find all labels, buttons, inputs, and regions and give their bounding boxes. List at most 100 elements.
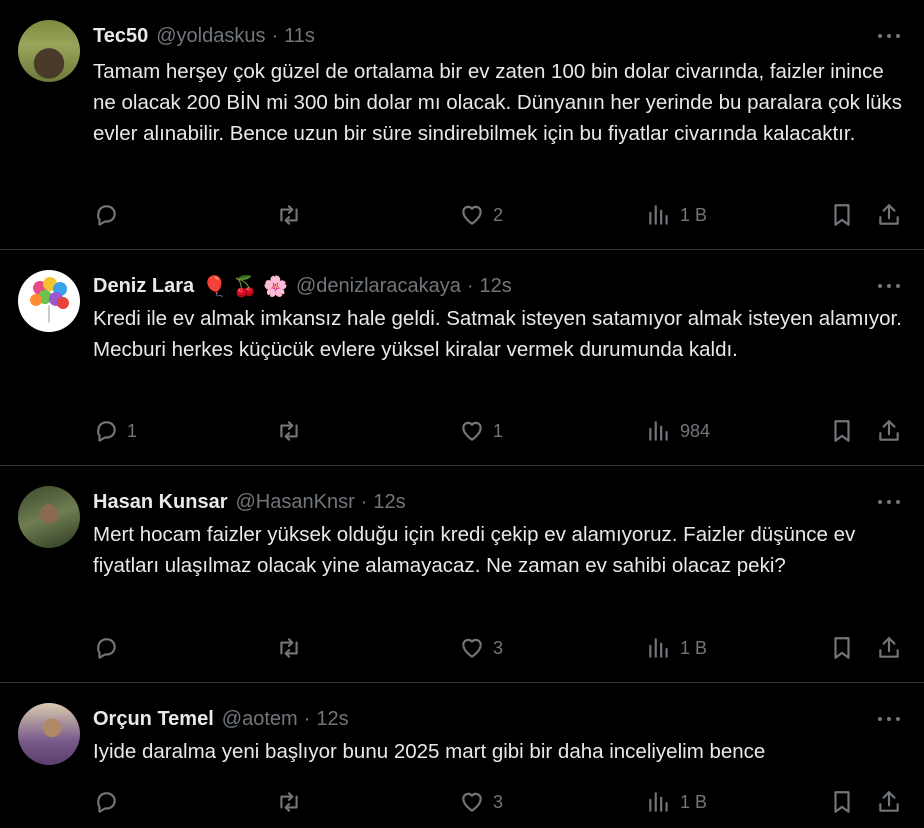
like-count: 3 [493,791,504,812]
more-icon[interactable] [878,709,900,729]
tweet-header: Tec50 @yoldaskus · 11s [93,22,904,50]
separator: · [271,24,279,47]
views-icon [649,205,668,225]
reply-icon [97,638,116,659]
views-count: 1 B [680,791,708,812]
display-name[interactable]: Orçun Temel [93,708,214,731]
avatar[interactable] [18,703,80,765]
bookmark-icon [834,791,850,813]
heart-icon [462,638,482,658]
reply-button[interactable] [93,787,127,817]
share-button[interactable] [876,787,902,817]
avatar[interactable] [18,486,80,548]
separator: · [466,274,474,297]
heart-icon [462,421,482,441]
more-icon[interactable] [878,492,900,512]
display-name[interactable]: Deniz Lara [93,275,194,298]
bookmark-icon [834,420,850,442]
reply-icon [97,792,116,813]
bookmark-icon [834,637,850,659]
retweet-button[interactable] [276,200,310,230]
like-count: 1 [493,420,504,441]
retweet-icon [280,421,298,441]
timestamp[interactable]: 12s [373,491,405,514]
reply-button[interactable] [93,633,127,663]
reply-button[interactable] [93,200,127,230]
tweet[interactable]: Deniz Lara 🎈 🍒 🌸 @denizlaracakaya · 12s … [0,250,924,466]
like-button[interactable]: 1 [459,416,503,446]
tweet-actions: 1 1 984 [93,416,904,446]
more-icon[interactable] [878,276,900,296]
share-icon [879,637,899,658]
timestamp[interactable]: 11s [284,25,315,48]
bookmark-icon [834,204,850,226]
share-button[interactable] [876,200,902,230]
retweet-button[interactable] [276,787,310,817]
views-count: 984 [680,420,711,441]
user-handle[interactable]: @HasanKnsr [236,491,355,514]
retweet-button[interactable] [276,416,310,446]
tweet[interactable]: Tec50 @yoldaskus · 11s Tamam herşey çok … [0,0,924,250]
avatar[interactable] [18,270,80,332]
bookmark-button[interactable] [829,200,855,230]
timestamp[interactable]: 12s [480,275,512,298]
views-button[interactable]: 1 B [646,200,707,230]
avatar[interactable] [18,20,80,82]
tweet-text: Iyide daralma yeni başlıyor bunu 2025 ma… [93,740,766,763]
display-name[interactable]: Hasan Kunsar [93,491,228,514]
tweet-actions: 2 1 B [93,200,904,230]
bookmark-button[interactable] [829,416,855,446]
tweet-text: Kredi ile ev almak imkansız hale geldi. … [93,307,902,361]
user-handle[interactable]: @aotem [222,708,298,731]
like-count: 3 [493,637,504,658]
separator: · [360,490,368,513]
share-icon [879,204,899,225]
heart-icon [462,792,482,812]
tweet-text: Tamam herşey çok güzel de ortalama bir e… [93,60,903,145]
reply-count: 1 [127,420,138,441]
user-handle[interactable]: @denizlaracakaya [296,275,461,298]
tweet-header: Deniz Lara 🎈 🍒 🌸 @denizlaracakaya · 12s [93,272,904,300]
like-button[interactable]: 3 [459,633,503,663]
more-icon[interactable] [878,26,900,46]
tweet[interactable]: Orçun Temel @aotem · 12s Iyide daralma y… [0,683,924,828]
timestamp[interactable]: 12s [316,708,348,731]
views-count: 1 B [680,204,708,225]
tweet-text: Mert hocam faizler yüksek olduğu için kr… [93,523,856,577]
separator: · [303,707,311,730]
reply-icon [97,205,116,226]
views-icon [649,792,668,812]
like-count: 2 [493,204,504,225]
views-icon [649,421,668,441]
tweet-actions: 3 1 B [93,633,904,663]
share-icon [879,791,899,812]
display-name[interactable]: Tec50 [93,25,148,48]
share-icon [879,420,899,441]
views-icon [649,638,668,658]
bookmark-button[interactable] [829,787,855,817]
views-count: 1 B [680,637,708,658]
reply-button[interactable]: 1 [93,416,137,446]
like-button[interactable]: 2 [459,200,503,230]
tweet-actions: 3 1 B [93,787,904,817]
name-emojis: 🎈 🍒 🌸 [202,275,288,298]
share-button[interactable] [876,633,902,663]
tweet[interactable]: Hasan Kunsar @HasanKnsr · 12s Mert hocam… [0,466,924,683]
views-button[interactable]: 1 B [646,787,707,817]
retweet-icon [280,205,298,225]
like-button[interactable]: 3 [459,787,503,817]
retweet-icon [280,792,298,812]
tweet-header: Orçun Temel @aotem · 12s [93,705,904,733]
share-button[interactable] [876,416,902,446]
heart-icon [462,205,482,225]
bookmark-button[interactable] [829,633,855,663]
views-button[interactable]: 1 B [646,633,707,663]
tweet-header: Hasan Kunsar @HasanKnsr · 12s [93,488,904,516]
balloons-icon [30,277,69,323]
timeline-feed: Tec50 @yoldaskus · 11s Tamam herşey çok … [0,0,924,828]
user-handle[interactable]: @yoldaskus [156,25,265,48]
views-button[interactable]: 984 [646,416,710,446]
reply-icon [97,421,116,442]
retweet-icon [280,638,298,658]
retweet-button[interactable] [276,633,310,663]
